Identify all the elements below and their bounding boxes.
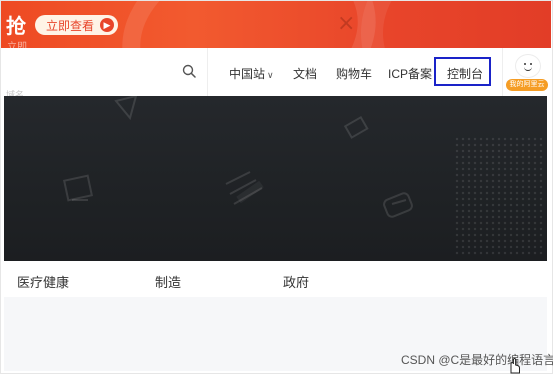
promo-cta-label: 立即查看 [46,18,95,33]
search-icon[interactable] [182,64,196,83]
tab-government[interactable]: 政府 [283,272,309,291]
promo-decoration [361,1,551,48]
nav-divider [207,48,208,96]
account-badge: 我的阿里云 [506,79,548,91]
hero-dot-pattern [454,136,544,256]
nav-item-label: 中国站 [229,67,266,81]
arrow-right-icon: ▶ [100,18,115,32]
promo-cta-button[interactable]: 立即查看 ▶ [35,15,119,35]
industry-tabs: 医疗健康 制造 政府 [4,261,547,297]
nav-item-label: 文档 [293,67,318,81]
tab-healthcare[interactable]: 医疗健康 [17,272,69,291]
csdn-watermark: CSDN @C是最好的编程语言 [401,353,553,367]
promo-banner[interactable]: 抢 立即查看 ▶ × 立即 [1,1,551,48]
nav-item-cart[interactable]: 购物车 [336,65,372,82]
nav-item-docs[interactable]: 文档 [293,65,317,82]
avatar-eye [524,63,526,65]
promo-ghost-caption: 立即 [7,42,27,48]
avatar-eye [530,63,532,65]
nav-divider [502,48,503,96]
avatar-icon [515,54,541,78]
nav-item-icp[interactable]: ICP备案 [388,65,432,82]
nav-item-region[interactable]: 中国站 ∨ [229,65,274,82]
nav-item-label: 购物车 [336,67,373,81]
tab-manufacturing[interactable]: 制造 [155,272,181,291]
hero-banner [4,96,547,261]
top-nav: 中国站 ∨ 文档 购物车 ICP备案 控制台 我的阿里云 [1,48,551,96]
promo-headline: 抢 [6,14,26,38]
close-icon[interactable]: × [337,11,355,36]
chevron-down-icon: ∨ [267,70,274,80]
nav-item-label: ICP备案 [388,67,433,81]
account-avatar[interactable]: 我的阿里云 [506,54,548,94]
console-highlight-box [434,57,491,86]
hand-cursor-icon [507,357,521,379]
avatar-mouth [524,66,532,71]
